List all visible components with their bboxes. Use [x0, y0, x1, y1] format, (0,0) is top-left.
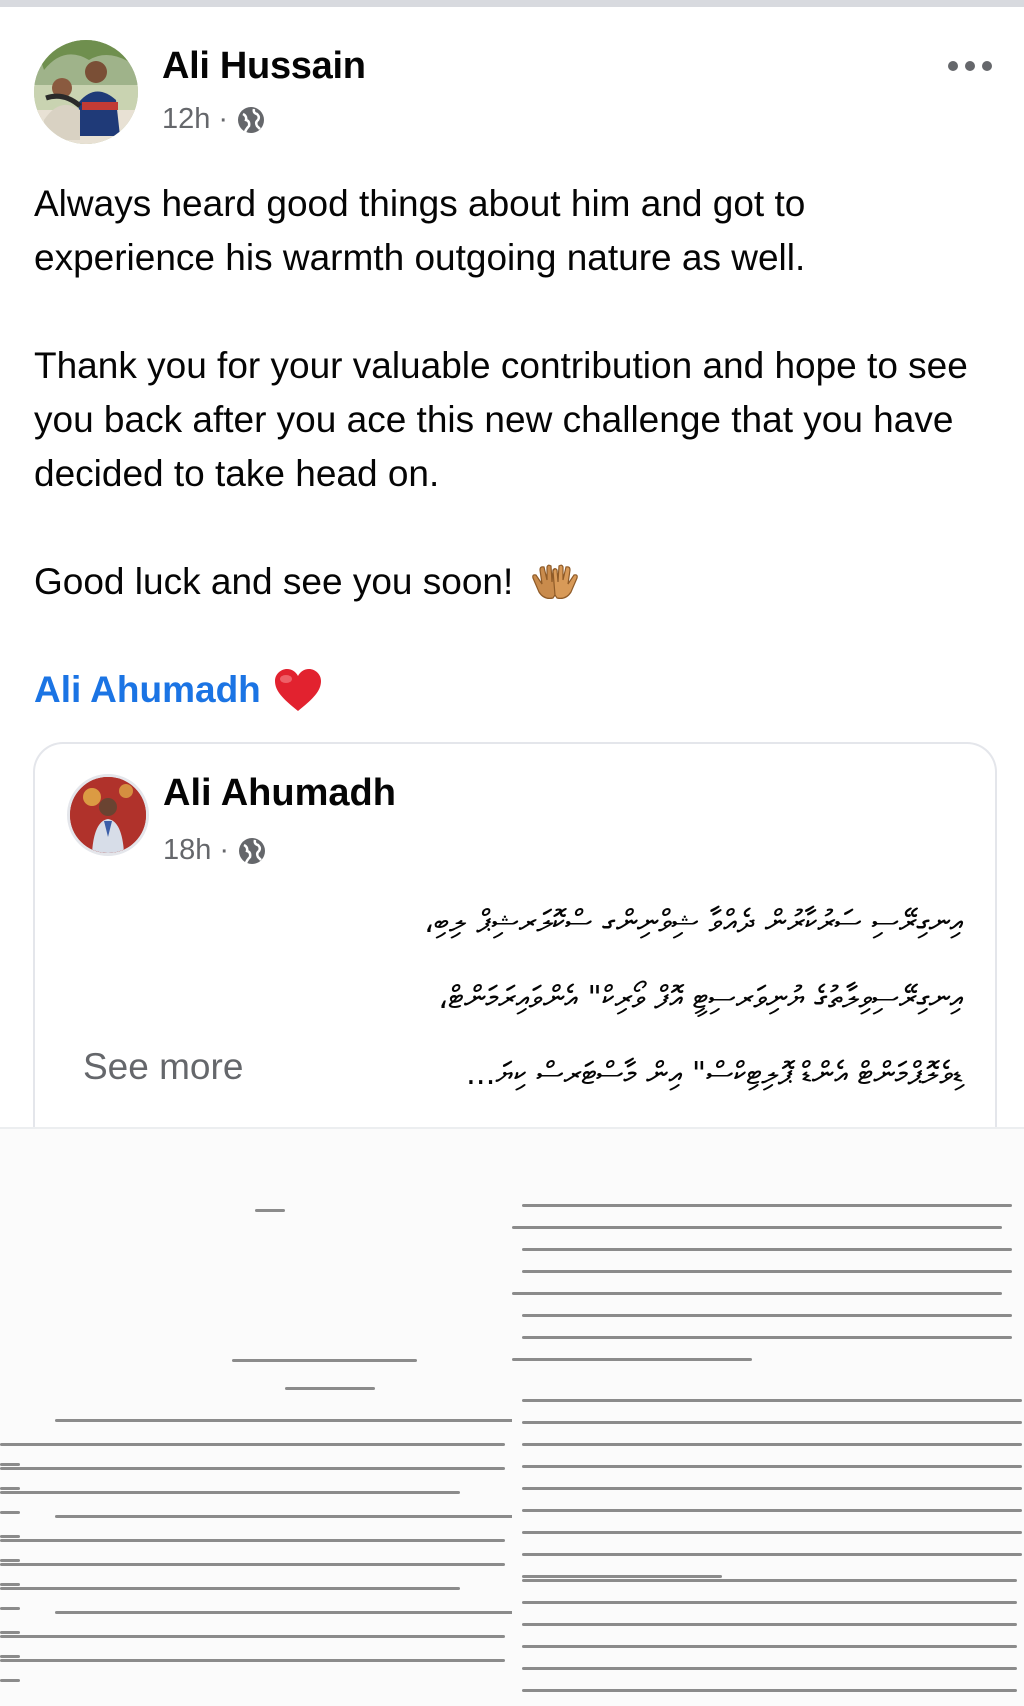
document-text-line [522, 1399, 1022, 1402]
document-text-line [522, 1487, 1022, 1490]
document-text-line [0, 1607, 20, 1610]
document-text-line [522, 1204, 1012, 1207]
document-page-left [0, 1129, 512, 1706]
attached-document-image[interactable] [0, 1127, 1024, 1706]
document-text-line [285, 1387, 375, 1390]
document-text-line [0, 1463, 20, 1466]
globe-icon[interactable] [237, 836, 267, 866]
open-hands-icon [531, 564, 578, 599]
shared-post-meta: 18h · [163, 834, 267, 867]
document-text-line [512, 1292, 1002, 1295]
document-text-line [522, 1443, 1022, 1446]
shared-text-line: އިނގިރޭސިވިލާތުގެ ޔުނިވަރސިޓީ އޮފް ވޯރިކ… [438, 980, 963, 1016]
document-text-line [0, 1583, 20, 1586]
top-divider [0, 0, 1024, 7]
document-text-line [522, 1270, 1012, 1273]
document-text-line [255, 1209, 285, 1212]
document-text-line [0, 1535, 20, 1538]
post-paragraph-text: Good luck and see you soon! [34, 561, 514, 602]
post-meta: 12h · [162, 103, 266, 136]
facebook-post: Ali Hussain 12h · Always heard good thin… [0, 7, 1024, 1144]
document-text-line [0, 1679, 20, 1682]
document-text-line [55, 1419, 512, 1422]
post-paragraph-last: Good luck and see you soon! [34, 555, 994, 609]
document-text-line [0, 1467, 505, 1470]
shared-text-line: އިނގިރޭސި ސަރުކާރުން ދެއްވާ ޝިވްނިންގ ސް… [423, 904, 963, 940]
document-text-line [55, 1515, 512, 1518]
document-text-line [522, 1667, 1017, 1670]
document-text-line [512, 1226, 1002, 1229]
post-paragraph: Always heard good things about him and g… [34, 183, 806, 278]
document-text-line [0, 1635, 505, 1638]
shared-author-name[interactable]: Ali Ahumadh [163, 772, 396, 815]
post-time[interactable]: 12h [162, 103, 210, 136]
mention-line: Ali Ahumadh [34, 667, 323, 713]
document-text-line [0, 1659, 505, 1662]
shared-post-card[interactable]: Ali Ahumadh 18h · އިނގިރޭސި ސަރުކާރުން ދ… [33, 742, 997, 1144]
document-page-right [512, 1129, 1024, 1706]
document-text-line [512, 1358, 752, 1361]
document-text-line [522, 1689, 1017, 1692]
post-paragraph: Thank you for your valuable contribution… [34, 345, 968, 494]
document-text-line [0, 1487, 20, 1490]
document-text-line [0, 1491, 460, 1494]
document-text-line [0, 1539, 505, 1542]
document-text-line [522, 1421, 1022, 1424]
globe-icon[interactable] [236, 105, 266, 135]
shared-author-avatar[interactable] [67, 774, 149, 856]
author-name[interactable]: Ali Hussain [162, 45, 366, 88]
see-more-link[interactable]: See more [83, 1046, 243, 1088]
post-body: Always heard good things about him and g… [34, 177, 994, 609]
document-text-line [0, 1631, 20, 1634]
document-text-line [0, 1655, 20, 1658]
document-text-line [55, 1611, 512, 1614]
document-text-line [522, 1248, 1012, 1251]
meta-separator: · [219, 834, 230, 866]
document-text-line [522, 1645, 1017, 1648]
document-text-line [0, 1563, 505, 1566]
document-text-line [522, 1601, 1017, 1604]
document-text-line [232, 1359, 417, 1362]
document-text-line [0, 1587, 460, 1590]
document-text-line [522, 1336, 1012, 1339]
document-text-line [0, 1559, 20, 1562]
document-text-line [522, 1314, 1012, 1317]
document-text-line [522, 1553, 1022, 1556]
more-options-icon[interactable] [948, 51, 1006, 81]
red-heart-icon [274, 669, 321, 711]
shared-post-time[interactable]: 18h [163, 834, 211, 867]
document-text-line [0, 1511, 20, 1514]
meta-separator: · [218, 103, 229, 135]
document-text-line [522, 1531, 1022, 1534]
document-text-line [522, 1579, 1017, 1582]
author-avatar[interactable] [34, 40, 138, 144]
document-text-line [522, 1509, 1022, 1512]
mention-link[interactable]: Ali Ahumadh [34, 669, 261, 711]
document-text-line [0, 1443, 505, 1446]
document-text-line [522, 1623, 1017, 1626]
document-text-line [522, 1465, 1022, 1468]
document-text-line [522, 1575, 722, 1578]
shared-text-line: ޑިވެލޮޕްމަންޓް އެންޑް ޕޮލިޓިކްސް" އިން މ… [465, 1056, 963, 1092]
